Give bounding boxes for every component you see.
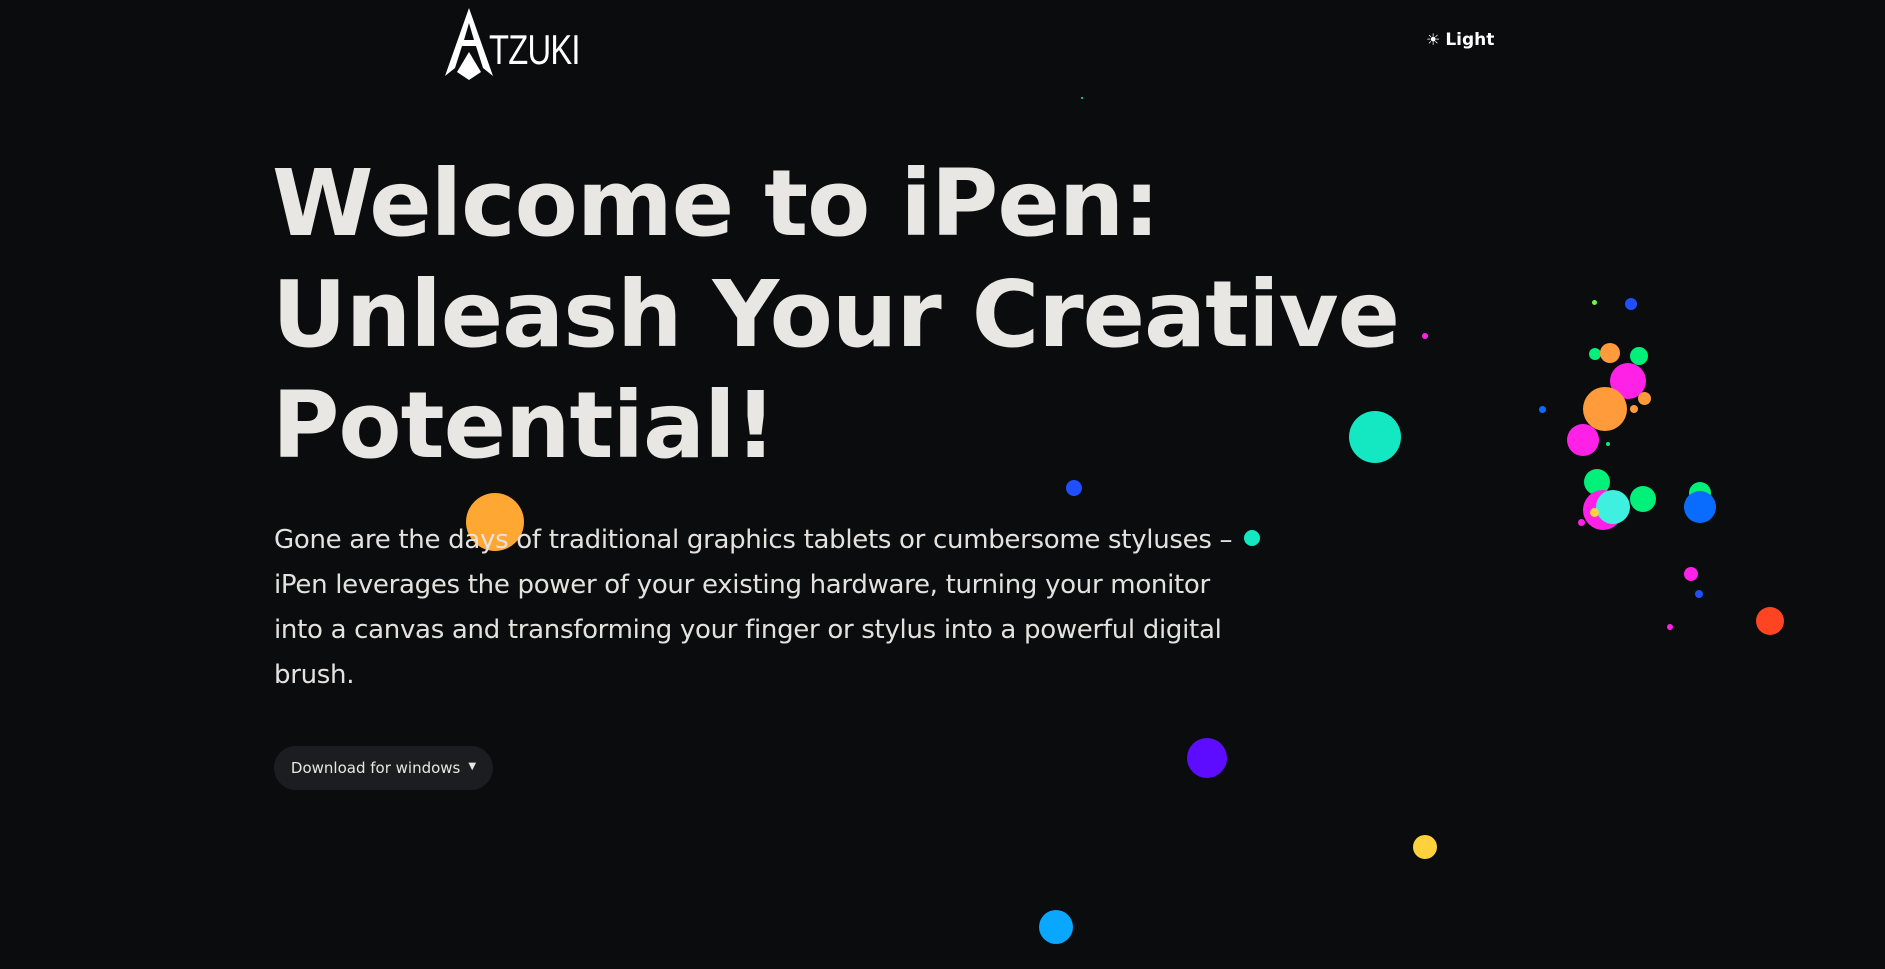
particle bbox=[1596, 490, 1630, 524]
particle bbox=[1610, 363, 1646, 399]
particle bbox=[1583, 490, 1623, 530]
particle bbox=[1638, 392, 1651, 405]
hero-title: Welcome to iPen: Unleash Your Creative P… bbox=[272, 148, 1400, 481]
hero-title-line: Potential! bbox=[272, 372, 777, 479]
particle bbox=[1684, 491, 1716, 523]
particle bbox=[1590, 508, 1599, 517]
logo-a-mark-icon bbox=[445, 8, 493, 80]
particle bbox=[1583, 387, 1627, 431]
particle bbox=[1684, 567, 1698, 581]
sun-icon: ☀ bbox=[1426, 30, 1441, 49]
brand-logo[interactable]: TZUKI bbox=[443, 6, 605, 80]
download-button[interactable]: Download for windows ▼ bbox=[274, 746, 493, 790]
particle bbox=[1187, 738, 1227, 778]
particle bbox=[1606, 442, 1610, 446]
particle bbox=[1756, 607, 1784, 635]
particle bbox=[1584, 469, 1610, 495]
particle bbox=[1630, 405, 1638, 413]
particle bbox=[1630, 347, 1648, 365]
particle bbox=[1539, 406, 1546, 413]
particle bbox=[1592, 300, 1597, 305]
particle bbox=[1589, 348, 1601, 360]
particle bbox=[1630, 486, 1656, 512]
hero-title-line: Welcome to iPen: bbox=[272, 150, 1160, 257]
particle-field bbox=[0, 0, 1885, 969]
theme-toggle-button[interactable]: ☀ Light bbox=[1426, 30, 1494, 50]
particle bbox=[1081, 97, 1083, 99]
particle bbox=[1600, 343, 1620, 363]
particle bbox=[1695, 590, 1703, 598]
particle bbox=[1567, 424, 1599, 456]
chevron-down-icon: ▼ bbox=[468, 761, 477, 772]
particle bbox=[1689, 482, 1711, 504]
particle bbox=[1244, 530, 1260, 546]
particle bbox=[1625, 298, 1637, 310]
particle bbox=[1039, 910, 1073, 944]
particle bbox=[1413, 835, 1437, 859]
theme-toggle-label: Light bbox=[1445, 30, 1495, 50]
hero-description: Gone are the days of traditional graphic… bbox=[274, 525, 1233, 690]
page: TZUKI ☀ Light Welcome to iPen: Unleash Y… bbox=[0, 0, 1885, 969]
particle bbox=[1066, 480, 1082, 496]
particle bbox=[1422, 333, 1428, 339]
hero-title-line: Unleash Your Creative bbox=[272, 261, 1400, 368]
particle bbox=[1667, 624, 1673, 630]
logo-text: TZUKI bbox=[489, 26, 581, 73]
particle bbox=[1578, 519, 1585, 526]
download-button-label: Download for windows bbox=[290, 759, 461, 777]
